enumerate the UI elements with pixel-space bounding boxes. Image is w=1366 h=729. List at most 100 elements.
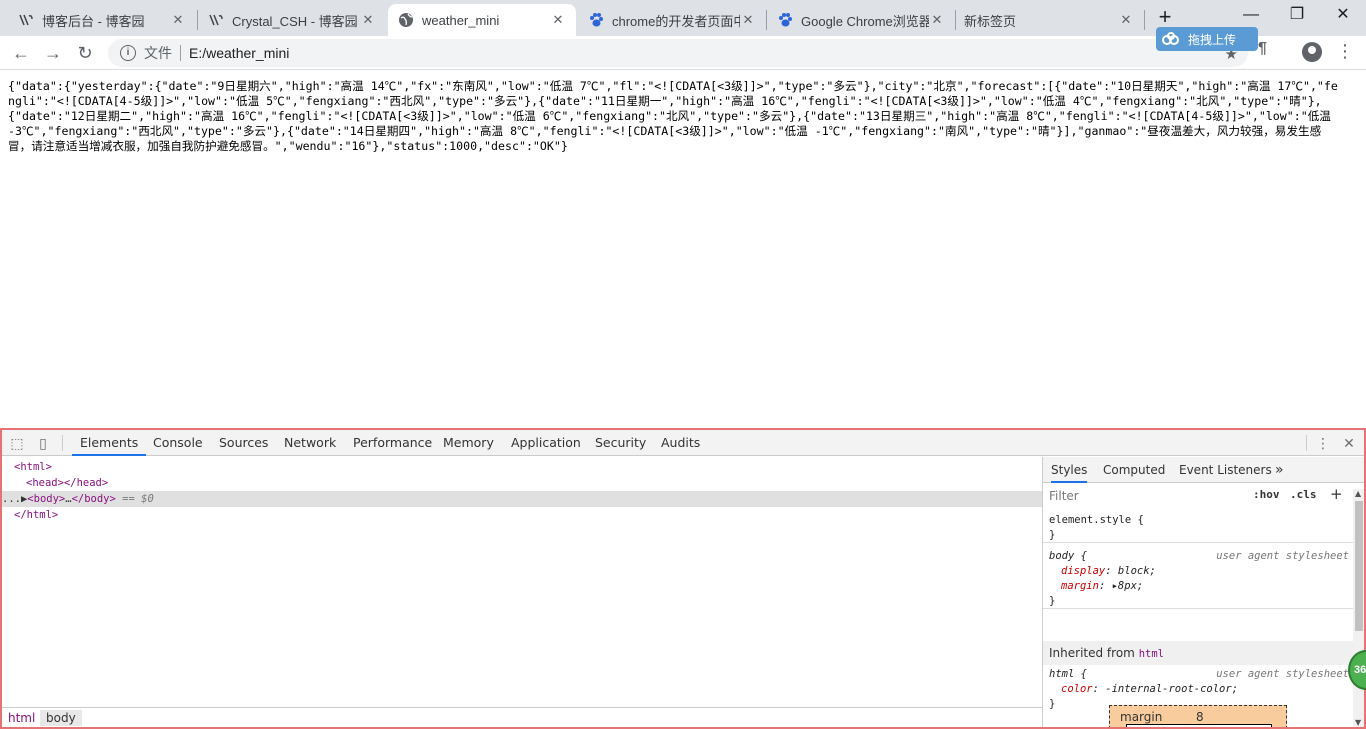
css-property[interactable]: color [1061,683,1093,695]
inherited-label: Inherited from [1049,646,1135,660]
tab-sources[interactable]: Sources [219,430,268,456]
browser-tab[interactable]: Google Chrome浏览器 ✕ [767,4,955,36]
cnblogs-icon [18,12,34,28]
close-tab-icon[interactable]: ✕ [740,12,756,28]
device-toolbar-icon[interactable]: ▯ [34,434,52,452]
baidu-paw-icon [777,12,793,28]
rule-source: user agent stylesheet [1216,668,1349,680]
address-bar[interactable]: i 文件 E:/weather_mini ★ [108,39,1248,67]
scroll-down-icon[interactable]: ▼ [1355,718,1361,727]
tab-network[interactable]: Network [284,430,336,456]
tab-security[interactable]: Security [595,430,646,456]
selected-node-ref: == $0 [122,493,154,505]
tag-text: <html> [14,461,52,473]
dom-node-html[interactable]: <html> [2,459,1042,475]
security-label: 文件 [144,45,172,61]
baidu-cloud-icon [1162,32,1179,45]
browser-tab[interactable]: Crystal_CSH - 博客园 ✕ [198,4,386,36]
breadcrumb-body[interactable]: body [40,710,82,726]
cnblogs-icon [208,12,224,28]
tab-event-listeners[interactable]: Event Listeners [1179,457,1272,483]
tab-memory[interactable]: Memory [443,430,494,456]
back-button[interactable]: ← [8,40,34,66]
dom-node-body[interactable]: ...▶<body>…</body> == $0 [2,491,1042,507]
browser-menu-icon[interactable]: ⋮ [1336,40,1354,62]
profile-avatar-icon[interactable] [1302,42,1322,62]
upload-label: 拖拽上传 [1188,32,1237,47]
scrollbar-thumb[interactable] [1355,501,1363,631]
more-tabs-icon[interactable]: » [1275,457,1284,483]
styles-scrollbar[interactable]: ▲ ▼ [1353,489,1364,727]
add-style-rule-button[interactable]: + [1330,485,1343,503]
tab-console[interactable]: Console [153,430,203,456]
tab-application[interactable]: Application [511,430,581,456]
rule-source: user agent stylesheet [1216,550,1349,562]
rule-element-style[interactable]: element.style { } [1043,513,1353,543]
inherited-tag-link[interactable]: html [1139,648,1164,660]
rule-body[interactable]: body {user agent stylesheet display: blo… [1043,549,1353,609]
box-model-border [1126,724,1272,727]
close-tab-icon[interactable]: ✕ [929,12,945,28]
cls-toggle[interactable]: .cls [1290,488,1317,501]
inspect-element-icon[interactable]: ⬚ [8,434,26,452]
tab-computed[interactable]: Computed [1103,457,1165,483]
scroll-up-icon[interactable]: ▲ [1355,489,1361,498]
browser-tab-active[interactable]: weather_mini ✕ [388,4,576,36]
inherited-from-header: Inherited from html [1043,641,1353,665]
tag-text: </body> [71,493,116,505]
pilcrow-extension-icon[interactable]: ¶ [1258,40,1267,58]
tab-title: Google Chrome浏览器 [801,13,929,29]
tab-performance[interactable]: Performance [353,430,432,456]
drag-upload-button[interactable]: 拖拽上传 [1156,27,1258,51]
close-window-button[interactable]: ✕ [1320,0,1366,30]
css-property[interactable]: display [1061,565,1105,577]
styles-tabbar: Styles Computed Event Listeners » [1043,457,1364,483]
devtools-panel: ⬚ ▯ Elements Console Sources Network Per… [0,428,1366,729]
browser-tab[interactable]: 新标签页 ✕ [956,4,1144,36]
tab-styles[interactable]: Styles [1051,457,1088,483]
elements-tree: <html> <head></head> ...▶<body>…</body> … [2,457,1042,707]
dom-node-html-close[interactable]: </html> [2,507,1042,523]
devtools-menu-icon[interactable]: ⋮ [1314,434,1332,452]
forward-button[interactable]: → [40,40,66,66]
minimize-button[interactable]: — [1228,0,1274,30]
tab-title: weather_mini [422,12,500,28]
close-tab-icon[interactable]: ✕ [1118,12,1134,28]
omnibox-divider [180,45,181,61]
box-model-label: margin [1120,710,1163,724]
tab-divider [1144,10,1145,30]
close-tab-icon[interactable]: ✕ [550,12,566,28]
baidu-paw-icon [588,12,604,28]
tab-elements[interactable]: Elements [72,430,147,456]
breadcrumb: html body [2,707,1042,727]
selected-dots: ... [2,493,21,505]
css-property[interactable]: margin [1061,580,1099,592]
breadcrumb-html[interactable]: html [2,710,41,726]
hov-toggle[interactable]: :hov [1253,488,1280,501]
css-value[interactable]: block; [1118,565,1156,577]
url-text[interactable]: E:/weather_mini [189,45,289,61]
info-icon[interactable]: i [120,45,136,61]
box-model-value[interactable]: 8 [1196,710,1204,724]
devtools-tabbar: ⬚ ▯ Elements Console Sources Network Per… [2,430,1364,456]
tag-text: <head></head> [26,477,109,489]
close-tab-icon[interactable]: ✕ [170,12,186,28]
tag-text: <body> [27,493,66,505]
tab-audits[interactable]: Audits [661,430,700,456]
styles-filter-input[interactable]: Filter [1047,487,1243,505]
rule-selector: body { [1049,550,1087,562]
restore-button[interactable]: ❐ [1274,0,1320,30]
box-model-diagram: margin 8 [1109,705,1287,727]
close-devtools-icon[interactable]: ✕ [1340,434,1358,452]
close-tab-icon[interactable]: ✕ [360,12,376,28]
reload-button[interactable]: ↻ [72,40,98,66]
rule-selector: html { [1049,668,1087,680]
css-value[interactable]: 8px; [1118,580,1143,592]
tab-title: Crystal_CSH - 博客园 [232,13,358,29]
dom-node-head[interactable]: <head></head> [2,475,1042,491]
css-value[interactable]: -internal-root-color; [1105,683,1238,695]
browser-tab[interactable]: 博客后台 - 博客园 ✕ [8,4,196,36]
rule-selector: element.style { [1049,514,1144,526]
globe-icon [398,12,414,28]
browser-tab[interactable]: chrome的开发者页面中 ✕ [578,4,766,36]
